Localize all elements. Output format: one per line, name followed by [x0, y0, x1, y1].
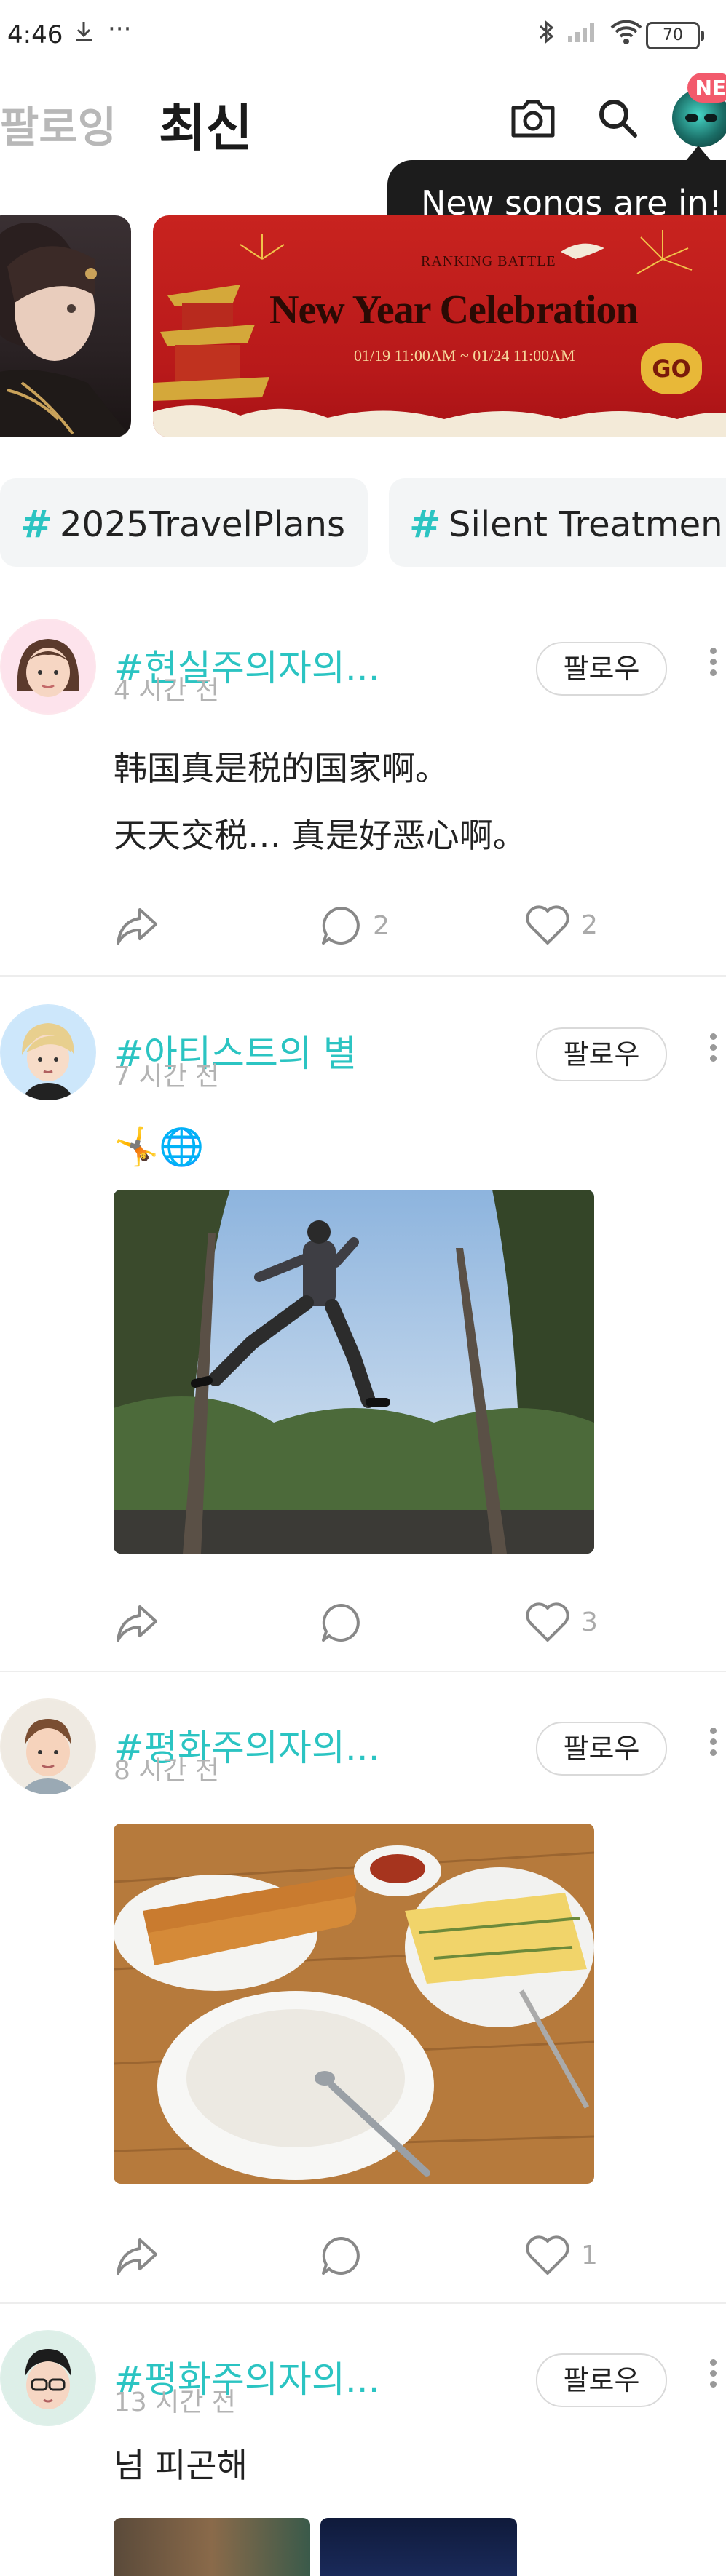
photo-jumping-man — [114, 1190, 594, 1554]
like-count: 2 — [581, 910, 598, 940]
banner-go-button[interactable]: GO — [641, 343, 702, 394]
comment-icon — [322, 2237, 360, 2275]
user-avatar[interactable] — [0, 1004, 96, 1100]
post-actions: 1 — [0, 2234, 726, 2292]
post-emoji-text: 🤸🌐 — [114, 1126, 205, 1168]
bluetooth-icon — [536, 19, 556, 52]
like-button[interactable]: 2 — [524, 904, 598, 946]
more-options-icon[interactable] — [708, 643, 718, 680]
share-button[interactable] — [114, 1601, 160, 1645]
post-image-thumb[interactable] — [320, 2518, 517, 2576]
follow-button[interactable]: 팔로우 — [536, 1722, 667, 1776]
feed-post: #평화주의자의... 8 시간 전 팔로우 1 — [0, 1698, 726, 2324]
download-icon — [71, 19, 96, 50]
camera-icon[interactable] — [505, 90, 561, 146]
follow-button[interactable]: 팔로우 — [536, 642, 667, 696]
follow-button[interactable]: 팔로우 — [536, 2353, 667, 2407]
character-illustration — [0, 223, 131, 437]
hashtag-label: 2025TravelPlans — [60, 504, 345, 545]
avatar-eye-left — [685, 114, 698, 122]
comment-button[interactable]: 2 — [319, 904, 390, 947]
hashtag-label: Silent Treatmen — [449, 504, 723, 545]
status-bar: 4:46 ··· 70 — [0, 0, 726, 73]
banner-dates: 01/19 11:00AM ~ 01/24 11:00AM — [354, 346, 575, 365]
heart-icon — [526, 905, 569, 945]
more-notifications-icon: ··· — [108, 15, 132, 44]
photo-food-table — [114, 1824, 594, 2184]
banner-ranking-text: RANKING BATTLE — [421, 253, 556, 269]
top-header: 팔로잉 최신 NE — [0, 73, 726, 164]
post-image[interactable] — [114, 1190, 594, 1554]
avatar-eye-right — [704, 114, 717, 122]
battery-indicator: 70 — [646, 22, 704, 49]
feed-post: #아티스트의 별 7 시간 전 팔로우 🤸🌐 3 — [0, 1004, 726, 1674]
share-button[interactable] — [114, 2234, 160, 2278]
post-image[interactable] — [114, 1824, 594, 2184]
post-time: 13 시간 전 — [114, 2388, 237, 2417]
status-time: 4:46 — [7, 20, 63, 49]
share-icon — [117, 908, 157, 945]
user-avatar[interactable] — [0, 1698, 96, 1794]
post-text-line: 韩国真是税的国家啊。 — [114, 749, 449, 788]
hashtag-chip[interactable]: # 2025TravelPlans — [0, 478, 368, 567]
comment-icon — [322, 1604, 360, 1642]
like-button[interactable]: 1 — [524, 2234, 598, 2276]
post-divider — [0, 1671, 726, 1672]
like-button[interactable]: 3 — [524, 1601, 598, 1643]
more-options-icon[interactable] — [708, 1723, 718, 1760]
share-button[interactable] — [114, 904, 160, 947]
wifi-icon — [609, 19, 644, 52]
comment-icon — [322, 907, 360, 945]
hashtag-chip[interactable]: # Silent Treatmen — [389, 478, 726, 567]
more-options-icon[interactable] — [708, 2355, 718, 2392]
tab-following[interactable]: 팔로잉 — [0, 93, 117, 154]
tab-latest[interactable]: 최신 — [159, 87, 253, 161]
post-image-thumb[interactable] — [114, 2518, 310, 2576]
hashtag-icon: # — [20, 503, 52, 546]
hashtag-icon: # — [409, 503, 441, 546]
user-avatar[interactable] — [0, 2330, 96, 2426]
post-divider — [0, 975, 726, 977]
share-icon — [117, 1605, 157, 1642]
feed-post: #평화주의자의... 13 시간 전 팔로우 넘 피곤해 — [0, 2330, 726, 2576]
comment-button[interactable] — [319, 2234, 373, 2278]
banner-character[interactable] — [0, 215, 131, 437]
post-text-line: 넘 피곤해 — [114, 2446, 248, 2485]
post-actions: 3 — [0, 1601, 726, 1659]
post-time: 7 시간 전 — [114, 1062, 220, 1092]
more-options-icon[interactable] — [708, 1029, 718, 1066]
post-text-line: 天天交税… 真是好恶心啊。 — [114, 816, 526, 855]
like-count: 3 — [581, 1607, 598, 1637]
share-icon — [117, 2238, 157, 2275]
post-time: 4 시간 전 — [114, 676, 220, 706]
heart-icon — [526, 2235, 569, 2275]
post-divider — [0, 2302, 726, 2304]
signal-icon — [567, 19, 599, 50]
post-time: 8 시간 전 — [114, 1756, 220, 1786]
comment-count: 2 — [373, 910, 390, 941]
event-banner[interactable]: RANKING BATTLE New Year Celebration 01/1… — [153, 215, 726, 437]
post-actions: 2 2 — [0, 904, 726, 962]
like-count: 1 — [581, 2240, 598, 2270]
feed-post: #현실주의자의... 4 시간 전 팔로우 韩国真是税的国家啊。 天天交税… 真… — [0, 619, 726, 975]
search-icon[interactable] — [590, 90, 645, 146]
banner-title: New Year Celebration — [269, 287, 639, 333]
user-avatar[interactable] — [0, 619, 96, 715]
new-badge: NE — [687, 73, 726, 103]
comment-button[interactable] — [319, 1601, 373, 1645]
follow-button[interactable]: 팔로우 — [536, 1027, 667, 1081]
heart-icon — [526, 1602, 569, 1642]
